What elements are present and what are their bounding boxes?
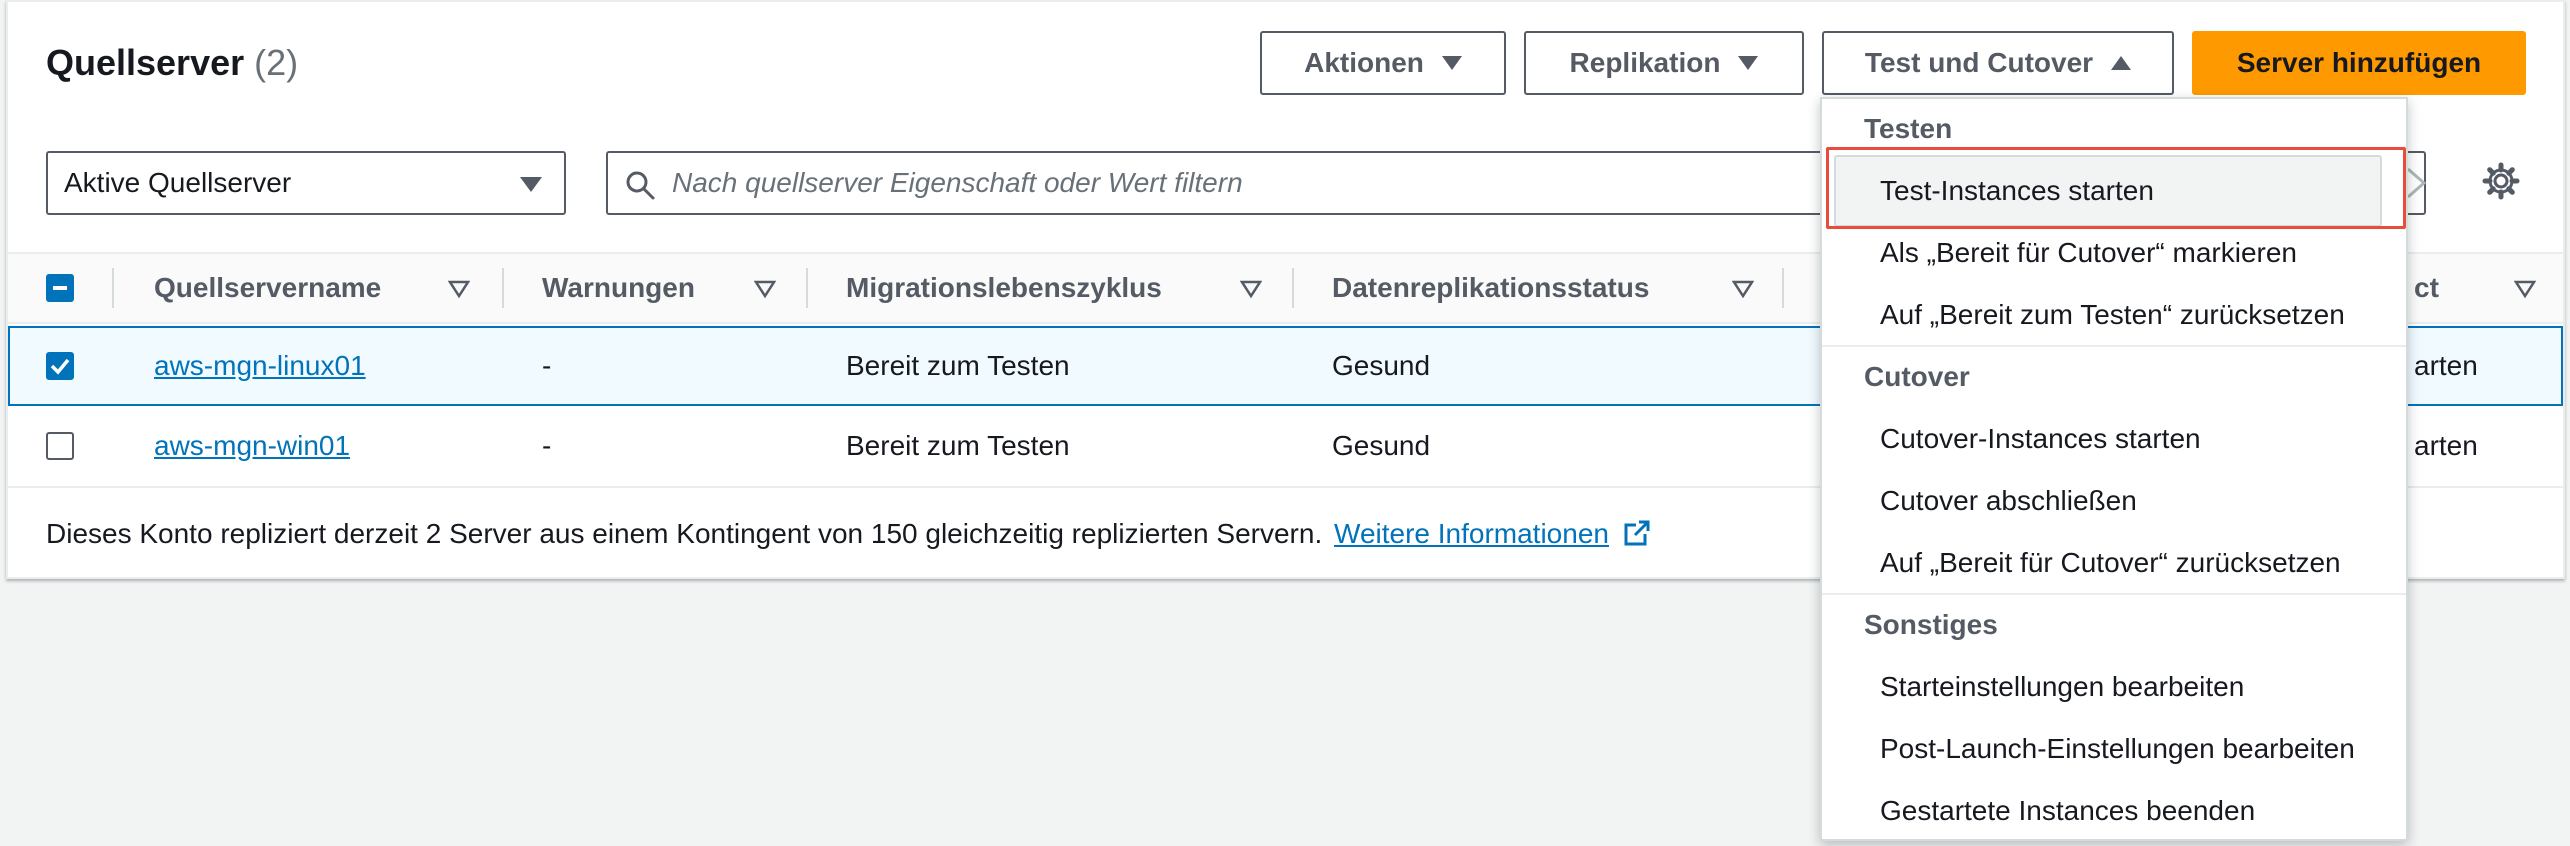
column-divider (1782, 268, 1784, 308)
menu-item-start-test-instances[interactable]: Test-Instances starten (1822, 163, 2406, 219)
caret-down-icon (520, 177, 542, 192)
menu-item-edit-post-launch-settings[interactable]: Post-Launch-Einstellungen bearbeiten (1822, 721, 2406, 777)
replication-value: Gesund (1332, 430, 1431, 461)
warnings-value: - (542, 430, 552, 461)
menu-group-testen: Testen (1864, 113, 1953, 144)
column-header-next-step[interactable]: ct (2414, 254, 2439, 322)
sort-icon[interactable] (448, 280, 470, 298)
sort-icon[interactable] (1732, 280, 1754, 298)
column-header-label: ct (2414, 272, 2439, 303)
menu-item-start-cutover-instances[interactable]: Cutover-Instances starten (1822, 411, 2406, 467)
row-checkbox[interactable] (46, 432, 74, 460)
menu-group-sonstiges: Sonstiges (1864, 609, 1998, 640)
column-divider (1292, 268, 1294, 308)
checkmark-icon (50, 358, 70, 375)
column-divider (112, 268, 114, 308)
next-step-value: arten (2414, 350, 2478, 381)
replication-button-label: Replikation (1569, 47, 1721, 78)
next-step-value: arten (2414, 430, 2478, 461)
column-divider (806, 268, 808, 308)
test-cutover-menu: Testen Test-Instances starten Als „Berei… (1820, 97, 2408, 841)
sort-icon[interactable] (754, 280, 776, 298)
gear-icon[interactable] (2482, 162, 2520, 200)
search-icon (626, 171, 655, 200)
column-header-replication[interactable]: Datenreplikationsstatus (1332, 254, 1649, 322)
menu-divider (1822, 593, 2406, 595)
add-server-button-label: Server hinzufügen (2236, 47, 2482, 78)
title-text: Quellserver (46, 42, 245, 83)
actions-button[interactable]: Aktionen (1260, 31, 1506, 95)
quota-text: Dieses Konto repliziert derzeit 2 Server… (46, 518, 1323, 549)
select-all-checkbox[interactable] (46, 274, 74, 302)
page-title: Quellserver (2) (46, 42, 298, 84)
sort-icon[interactable] (2514, 280, 2536, 298)
sort-icon[interactable] (1240, 280, 1262, 298)
caret-up-icon (2111, 56, 2132, 70)
menu-group-cutover: Cutover (1864, 361, 1970, 392)
column-header-name[interactable]: Quellservername (154, 254, 381, 322)
search-placeholder: Nach quellserver Eigenschaft oder Wert f… (672, 167, 1243, 198)
external-link-icon[interactable] (1623, 519, 1651, 547)
menu-divider (1822, 345, 2406, 347)
lifecycle-value: Bereit zum Testen (846, 430, 1070, 461)
add-server-button[interactable]: Server hinzufügen (2192, 31, 2526, 95)
row-checkbox[interactable] (46, 352, 74, 380)
column-header-warnings[interactable]: Warnungen (542, 254, 695, 322)
test-cutover-button-label: Test und Cutover (1864, 47, 2094, 78)
minus-icon (53, 286, 67, 290)
menu-item-terminate-launched-instances[interactable]: Gestartete Instances beenden (1822, 783, 2406, 839)
server-name-link[interactable]: aws-mgn-linux01 (154, 350, 366, 382)
column-header-lifecycle[interactable]: Migrationslebenszyklus (846, 254, 1162, 322)
column-header-label: Migrationslebenszyklus (846, 272, 1162, 303)
server-name-link[interactable]: aws-mgn-win01 (154, 430, 350, 462)
menu-item-edit-launch-settings[interactable]: Starteinstellungen bearbeiten (1822, 659, 2406, 715)
menu-item-mark-ready-for-cutover[interactable]: Als „Bereit für Cutover“ markieren (1822, 225, 2406, 281)
menu-item-revert-ready-for-testing[interactable]: Auf „Bereit zum Testen“ zurücksetzen (1822, 287, 2406, 343)
caret-down-icon (1738, 56, 1759, 70)
replication-value: Gesund (1332, 350, 1431, 381)
select-value: Aktive Quellserver (64, 167, 292, 198)
quota-footer: Dieses Konto repliziert derzeit 2 Server… (46, 518, 1651, 550)
column-divider (502, 268, 504, 308)
column-header-label: Warnungen (542, 272, 695, 303)
server-filter-select[interactable]: Aktive Quellserver (46, 151, 566, 215)
menu-item-finalize-cutover[interactable]: Cutover abschließen (1822, 473, 2406, 529)
server-count: (2) (254, 42, 299, 83)
actions-button-label: Aktionen (1304, 47, 1424, 78)
replication-button[interactable]: Replikation (1524, 31, 1804, 95)
warnings-value: - (542, 350, 552, 381)
column-header-label: Quellservername (154, 272, 382, 303)
caret-down-icon (1441, 56, 1462, 70)
test-cutover-button[interactable]: Test und Cutover (1822, 31, 2174, 95)
lifecycle-value: Bereit zum Testen (846, 350, 1070, 381)
learn-more-link[interactable]: Weitere Informationen (1334, 518, 1609, 549)
column-header-label: Datenreplikationsstatus (1332, 272, 1650, 303)
menu-item-revert-ready-for-cutover[interactable]: Auf „Bereit für Cutover“ zurücksetzen (1822, 535, 2406, 591)
